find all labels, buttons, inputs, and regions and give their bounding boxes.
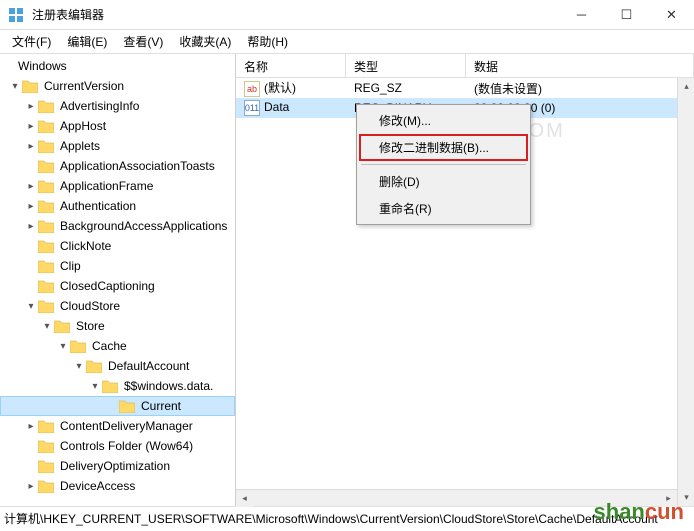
tree-node[interactable]: ▸Authentication (0, 196, 235, 216)
tree-node[interactable]: ▸Controls Folder (Wow64) (0, 436, 235, 456)
chevron-right-icon[interactable]: ▸ (24, 181, 38, 192)
folder-icon (38, 419, 54, 433)
ctx-rename[interactable]: 重命名(R) (359, 195, 528, 222)
chevron-right-icon[interactable]: ▸ (24, 201, 38, 212)
folder-icon (54, 319, 70, 333)
chevron-right-icon[interactable]: ▸ (24, 221, 38, 232)
menubar: 文件(F) 编辑(E) 查看(V) 收藏夹(A) 帮助(H) (0, 30, 694, 54)
chevron-down-icon[interactable]: ▾ (72, 361, 86, 372)
tree-node[interactable]: ▸Clip (0, 256, 235, 276)
menu-file[interactable]: 文件(F) (4, 31, 59, 52)
close-button[interactable]: ✕ (649, 0, 694, 30)
tree-node[interactable]: ▸DeviceAccess (0, 476, 235, 496)
folder-icon (38, 439, 54, 453)
folder-icon (38, 199, 54, 213)
chevron-down-icon[interactable]: ▾ (88, 381, 102, 392)
folder-icon (38, 159, 54, 173)
tree-node-currentversion[interactable]: ▾CurrentVersion (0, 76, 235, 96)
tree-node-current[interactable]: ▸Current (0, 396, 235, 416)
maximize-button[interactable]: ☐ (604, 0, 649, 30)
content-area: ▸Windows ▾CurrentVersion ▸AdvertisingInf… (0, 54, 694, 506)
list-row-default[interactable]: ab(默认) REG_SZ (数值未设置) (236, 78, 694, 98)
tree-node[interactable]: ▸Applets (0, 136, 235, 156)
tree-node[interactable]: ▸DeliveryOptimization (0, 456, 235, 476)
app-icon (8, 7, 24, 23)
tree-node[interactable]: ▸ApplicationAssociationToasts (0, 156, 235, 176)
minimize-button[interactable]: ─ (559, 0, 604, 30)
menu-edit[interactable]: 编辑(E) (59, 31, 115, 52)
folder-icon (38, 299, 54, 313)
column-header-data[interactable]: 数据 (466, 54, 694, 77)
folder-icon (22, 79, 38, 93)
folder-icon (119, 399, 135, 413)
folder-icon (38, 239, 54, 253)
context-menu: 修改(M)... 修改二进制数据(B)... 删除(D) 重命名(R) (356, 104, 531, 225)
statusbar: 计算机\HKEY_CURRENT_USER\SOFTWARE\Microsoft… (0, 506, 694, 530)
horizontal-scrollbar[interactable]: ◂ ▸ (236, 489, 677, 506)
folder-icon (38, 279, 54, 293)
column-header-name[interactable]: 名称 (236, 54, 346, 77)
ctx-modify[interactable]: 修改(M)... (359, 107, 528, 134)
list-header: 名称 类型 数据 (236, 54, 694, 78)
tree-node[interactable]: ▸ClosedCaptioning (0, 276, 235, 296)
folder-icon (38, 99, 54, 113)
string-value-icon: ab (244, 81, 260, 97)
chevron-down-icon[interactable]: ▾ (24, 301, 38, 312)
folder-icon (38, 479, 54, 493)
list-body[interactable]: ab(默认) REG_SZ (数值未设置) 011Data REG_BINARY… (236, 78, 694, 506)
tree-node-cache[interactable]: ▾Cache (0, 336, 235, 356)
column-header-type[interactable]: 类型 (346, 54, 466, 77)
folder-icon (70, 339, 86, 353)
chevron-right-icon[interactable]: ▸ (24, 101, 38, 112)
tree-pane[interactable]: ▸Windows ▾CurrentVersion ▸AdvertisingInf… (0, 54, 236, 506)
tree-node-cloudstore[interactable]: ▾CloudStore (0, 296, 235, 316)
tree-node[interactable]: ▸AppHost (0, 116, 235, 136)
status-path: 计算机\HKEY_CURRENT_USER\SOFTWARE\Microsoft… (4, 512, 658, 526)
titlebar: 注册表编辑器 ─ ☐ ✕ (0, 0, 694, 30)
chevron-right-icon[interactable]: ▸ (24, 481, 38, 492)
chevron-down-icon[interactable]: ▾ (56, 341, 70, 352)
chevron-right-icon[interactable]: ▸ (24, 121, 38, 132)
ctx-separator (361, 164, 526, 165)
list-pane: 名称 类型 数据 ab(默认) REG_SZ (数值未设置) 011Data R… (236, 54, 694, 506)
scroll-up-icon[interactable]: ▴ (678, 78, 694, 95)
scroll-down-icon[interactable]: ▾ (678, 489, 694, 506)
folder-icon (38, 459, 54, 473)
scroll-left-icon[interactable]: ◂ (236, 490, 253, 507)
chevron-right-icon[interactable]: ▸ (24, 421, 38, 432)
ctx-modify-binary[interactable]: 修改二进制数据(B)... (359, 134, 528, 161)
tree-node[interactable]: ▸ClickNote (0, 236, 235, 256)
chevron-right-icon[interactable]: ▸ (24, 141, 38, 152)
menu-help[interactable]: 帮助(H) (239, 31, 296, 52)
chevron-down-icon[interactable]: ▾ (8, 81, 22, 92)
folder-icon (86, 359, 102, 373)
tree-node[interactable]: ▸ContentDeliveryManager (0, 416, 235, 436)
window-title: 注册表编辑器 (32, 6, 559, 23)
chevron-down-icon[interactable]: ▾ (40, 321, 54, 332)
ctx-delete[interactable]: 删除(D) (359, 168, 528, 195)
folder-icon (38, 139, 54, 153)
binary-value-icon: 011 (244, 100, 260, 116)
tree-node[interactable]: ▾$$windows.data. (0, 376, 235, 396)
folder-icon (38, 119, 54, 133)
menu-favorites[interactable]: 收藏夹(A) (171, 31, 239, 52)
tree-node-windows[interactable]: ▸Windows (0, 56, 235, 76)
vertical-scrollbar[interactable]: ▴ ▾ (677, 78, 694, 506)
tree-node-store[interactable]: ▾Store (0, 316, 235, 336)
folder-icon (102, 379, 118, 393)
tree-node-defaultaccount[interactable]: ▾DefaultAccount (0, 356, 235, 376)
tree-node[interactable]: ▸AdvertisingInfo (0, 96, 235, 116)
scroll-right-icon[interactable]: ▸ (660, 490, 677, 507)
folder-icon (38, 219, 54, 233)
tree-node[interactable]: ▸ApplicationFrame (0, 176, 235, 196)
tree-node[interactable]: ▸BackgroundAccessApplications (0, 216, 235, 236)
folder-icon (38, 259, 54, 273)
menu-view[interactable]: 查看(V) (115, 31, 171, 52)
folder-icon (38, 179, 54, 193)
